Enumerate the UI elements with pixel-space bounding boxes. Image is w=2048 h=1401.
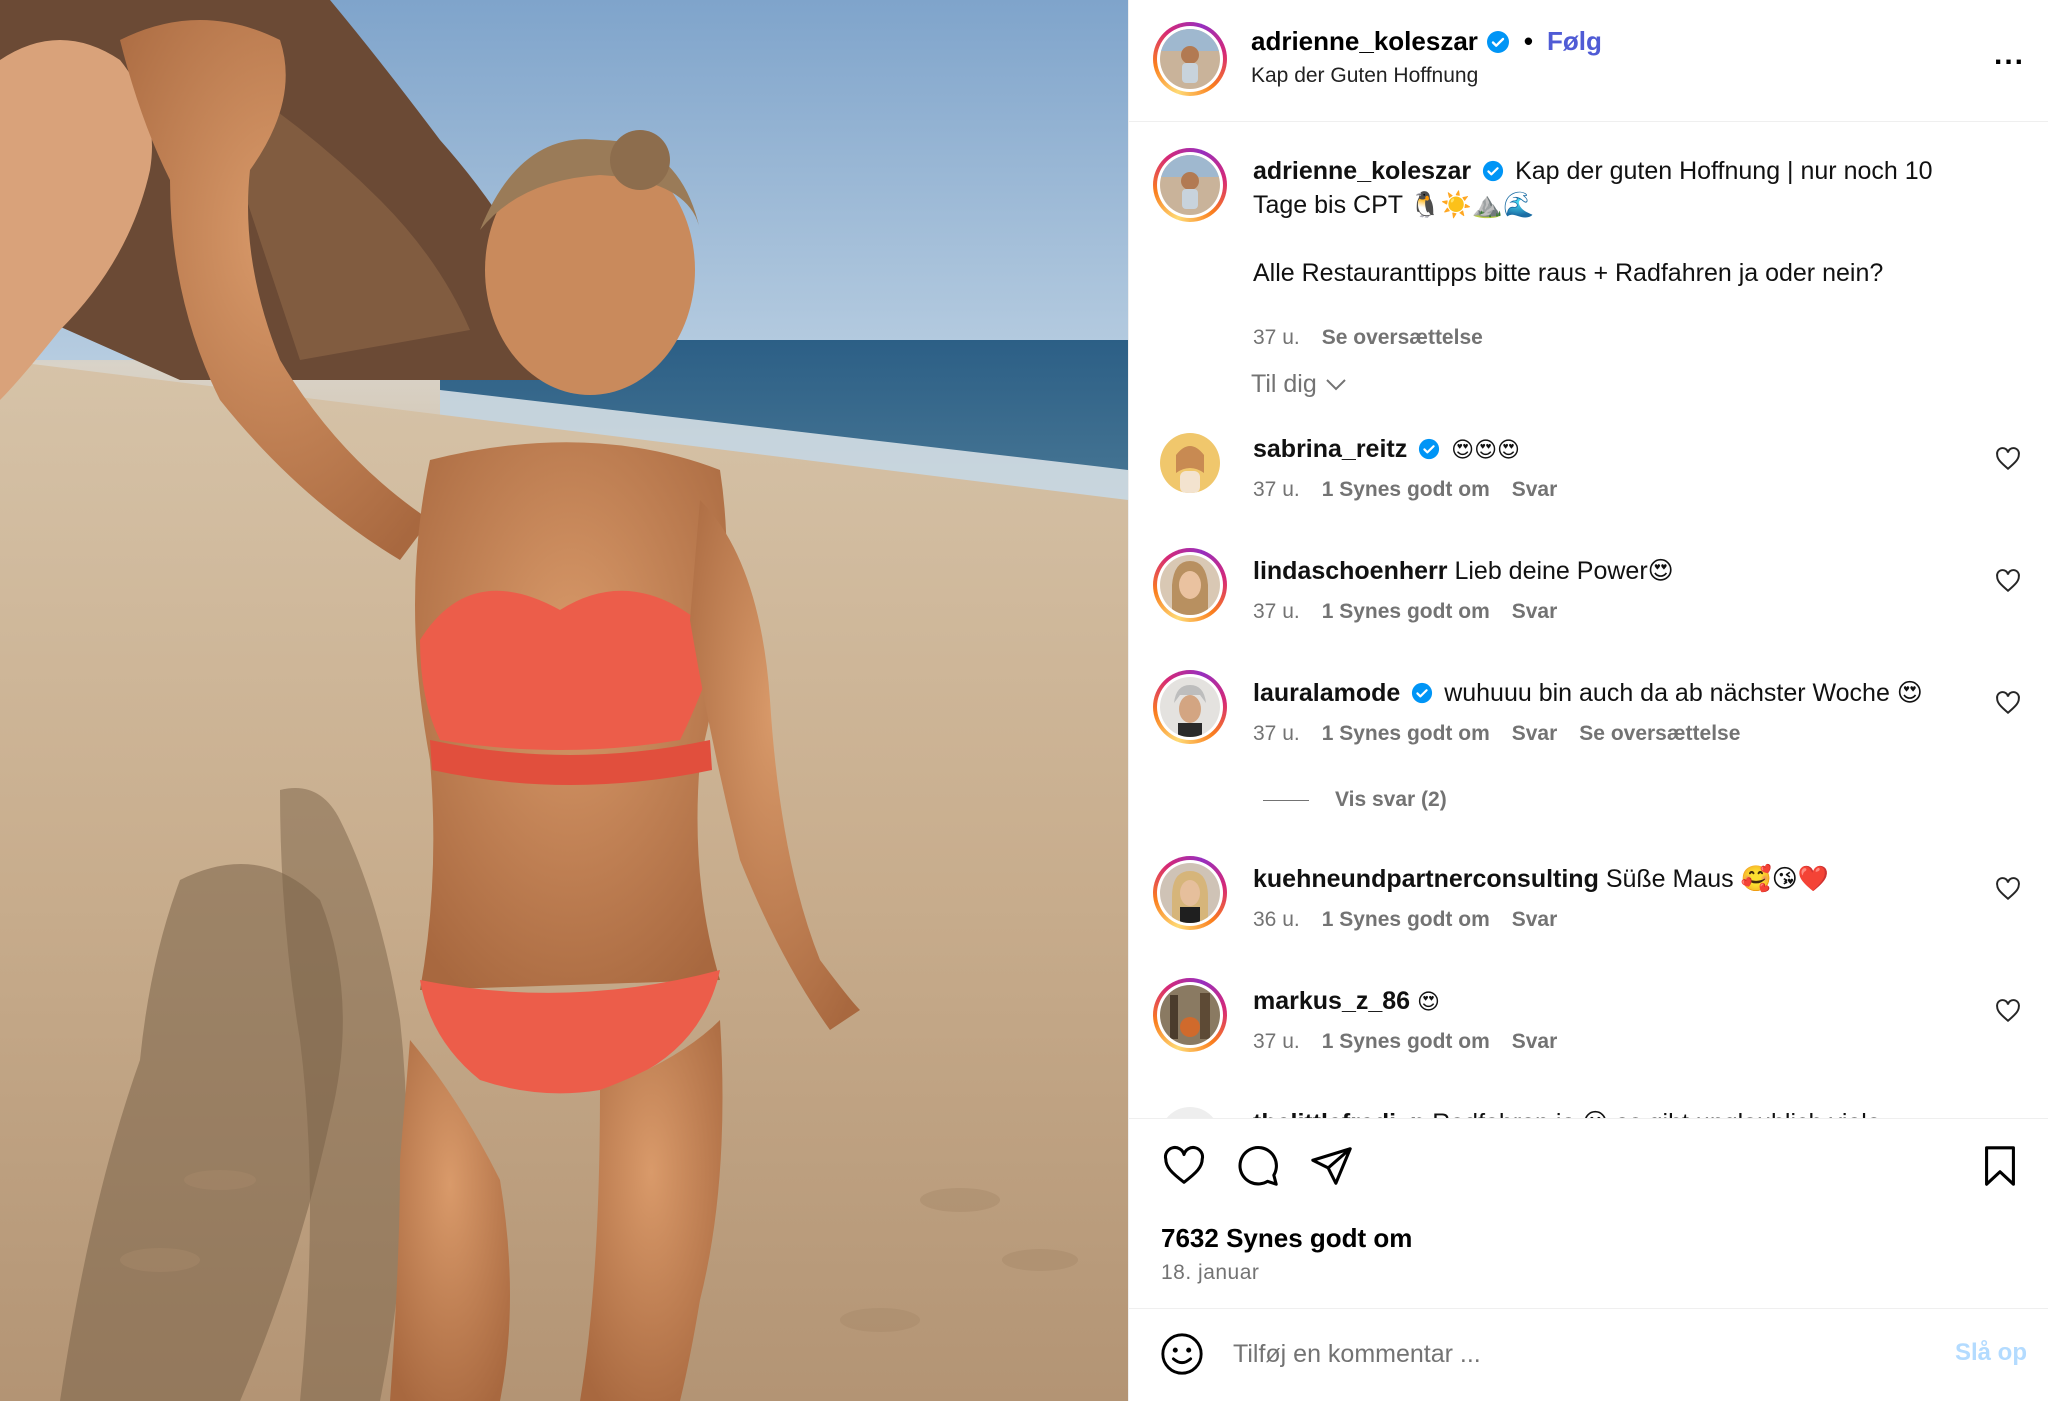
comment-text: lauralamode wuhuuu bin auch da ab nächst… — [1253, 676, 1993, 710]
comment-text: sabrina_reitz 😍😍😍 — [1253, 432, 1993, 468]
comment-icon[interactable] — [1235, 1143, 1281, 1189]
comment-time[interactable]: 37 u. — [1253, 478, 1300, 502]
comment-username[interactable]: markus_z_86 — [1253, 987, 1410, 1015]
comment-input[interactable] — [1233, 1331, 1873, 1377]
bookmark-icon[interactable] — [1977, 1143, 2023, 1189]
caption-line2: Tage bis CPT 🐧☀️⛰️🌊 — [1253, 191, 1535, 219]
verified-icon — [1483, 160, 1504, 182]
comment-avatar[interactable] — [1153, 670, 1227, 744]
post-header: adrienne_koleszar • Følg Kap der Guten H… — [1129, 0, 2048, 122]
comment-like-icon[interactable] — [1995, 690, 2021, 716]
comment-likes[interactable]: 1 Synes godt om — [1322, 908, 1490, 932]
post-sidebar: adrienne_koleszar • Følg Kap der Guten H… — [1128, 0, 2048, 1401]
comment-meta: 37 u. 1 Synes godt om Svar Se oversættel… — [1253, 722, 1740, 746]
comment-meta: 36 u. 1 Synes godt om Svar — [1253, 908, 1557, 932]
post-date: 18. januar — [1161, 1261, 1260, 1284]
comment-meta: 37 u. 1 Synes godt om Svar — [1253, 1030, 1557, 1054]
comment-time[interactable]: 37 u. — [1253, 722, 1300, 746]
comment-text: thelittlefredi_n Radfahren ja 😮 es gibt … — [1253, 1106, 1993, 1118]
add-comment-bar: Slå op — [1129, 1309, 2048, 1401]
comment-like-icon[interactable] — [1995, 568, 2021, 594]
comments-sort[interactable]: Til dig — [1251, 370, 1347, 399]
beach-photo-illustration — [0, 0, 1128, 1401]
comment-text: lindaschoenherr Lieb deine Power😍 — [1253, 554, 1993, 588]
author-line: adrienne_koleszar • Følg — [1251, 26, 1602, 57]
comment-body: Radfahren ja 😮 es gibt unglaublich viele — [1432, 1109, 1881, 1118]
verified-icon — [1419, 438, 1440, 460]
caption-username[interactable]: adrienne_koleszar — [1253, 157, 1471, 185]
emoji-icon[interactable] — [1159, 1331, 1205, 1377]
comment-username[interactable]: lauralamode — [1253, 679, 1400, 707]
comment-avatar[interactable] — [1153, 856, 1227, 930]
caption-line3: Alle Restauranttipps bitte raus + Radfah… — [1253, 259, 1884, 287]
separator-dot: • — [1523, 26, 1533, 56]
comment-translate[interactable]: Se oversættelse — [1579, 722, 1740, 746]
post-actions: 7632 Synes godt om 18. januar — [1129, 1119, 2048, 1309]
more-icon[interactable]: ... — [1994, 38, 2025, 72]
share-icon[interactable] — [1309, 1143, 1355, 1189]
comment-like-icon[interactable] — [1995, 998, 2021, 1024]
post-photo[interactable] — [0, 0, 1128, 1401]
reply-button[interactable]: Svar — [1512, 1030, 1558, 1054]
comment-time[interactable]: 36 u. — [1253, 908, 1300, 932]
caption-text: adrienne_koleszar Kap der guten Hoffnung… — [1253, 154, 1993, 290]
reply-button[interactable]: Svar — [1512, 600, 1558, 624]
caption-meta: 37 u. Se oversættelse — [1253, 326, 1483, 350]
comment-username[interactable]: sabrina_reitz — [1253, 435, 1407, 463]
comment-body: Lieb deine Power😍 — [1454, 557, 1674, 585]
comment-avatar[interactable] — [1153, 978, 1227, 1052]
follow-button[interactable]: Følg — [1547, 26, 1602, 57]
replies-divider — [1263, 799, 1309, 801]
reply-button[interactable]: Svar — [1512, 908, 1558, 932]
comment-time[interactable]: 37 u. — [1253, 600, 1300, 624]
comment-username[interactable]: kuehneundpartnerconsulting — [1253, 865, 1599, 893]
chevron-down-icon — [1326, 378, 1346, 390]
caption-time[interactable]: 37 u. — [1253, 326, 1300, 350]
comment-meta: 37 u. 1 Synes godt om Svar — [1253, 478, 1557, 502]
comment-avatar[interactable] — [1153, 1100, 1227, 1118]
comment-avatar[interactable] — [1153, 548, 1227, 622]
post-comment-button[interactable]: Slå op — [1955, 1339, 2027, 1367]
comment-body: wuhuuu bin auch da ab nächster Woche 😍 — [1444, 679, 1923, 707]
comment-body: 😍😍😍 — [1451, 438, 1520, 463]
comment-likes[interactable]: 1 Synes godt om — [1322, 600, 1490, 624]
comment-body: Süße Maus 🥰😘❤️ — [1605, 865, 1829, 893]
comment-text: kuehneundpartnerconsulting Süße Maus 🥰😘❤… — [1253, 862, 1993, 896]
likes-count[interactable]: 7632 Synes godt om — [1161, 1223, 1412, 1254]
comment-likes[interactable]: 1 Synes godt om — [1322, 1030, 1490, 1054]
comment-likes[interactable]: 1 Synes godt om — [1322, 478, 1490, 502]
comments-list[interactable]: adrienne_koleszar Kap der guten Hoffnung… — [1129, 122, 2048, 1119]
caption-line1: Kap der guten Hoffnung | nur noch 10 — [1515, 157, 1933, 185]
like-icon[interactable] — [1161, 1143, 1207, 1189]
caption-avatar[interactable] — [1153, 148, 1227, 222]
comment-username[interactable]: lindaschoenherr — [1253, 557, 1448, 585]
verified-icon — [1412, 682, 1433, 704]
author-avatar[interactable] — [1153, 22, 1227, 96]
comment-username[interactable]: thelittlefredi_n — [1253, 1109, 1425, 1118]
location-link[interactable]: Kap der Guten Hoffnung — [1251, 64, 1478, 88]
author-username[interactable]: adrienne_koleszar — [1251, 26, 1478, 57]
comment-likes[interactable]: 1 Synes godt om — [1322, 722, 1490, 746]
verified-icon — [1486, 30, 1509, 53]
reply-button[interactable]: Svar — [1512, 478, 1558, 502]
comment-meta: 37 u. 1 Synes godt om Svar — [1253, 600, 1557, 624]
view-replies-label: Vis svar (2) — [1335, 788, 1447, 811]
caption-translate[interactable]: Se oversættelse — [1322, 326, 1483, 350]
comment-body: 😍 — [1417, 990, 1440, 1015]
comment-text: markus_z_86 😍 — [1253, 984, 1993, 1020]
comment-like-icon[interactable] — [1995, 876, 2021, 902]
sort-label: Til dig — [1251, 370, 1317, 398]
reply-button[interactable]: Svar — [1512, 722, 1558, 746]
comment-like-icon[interactable] — [1995, 446, 2021, 472]
view-replies-button[interactable]: Vis svar (2) — [1263, 788, 1447, 812]
comment-avatar[interactable] — [1153, 426, 1227, 500]
comment-time[interactable]: 37 u. — [1253, 1030, 1300, 1054]
